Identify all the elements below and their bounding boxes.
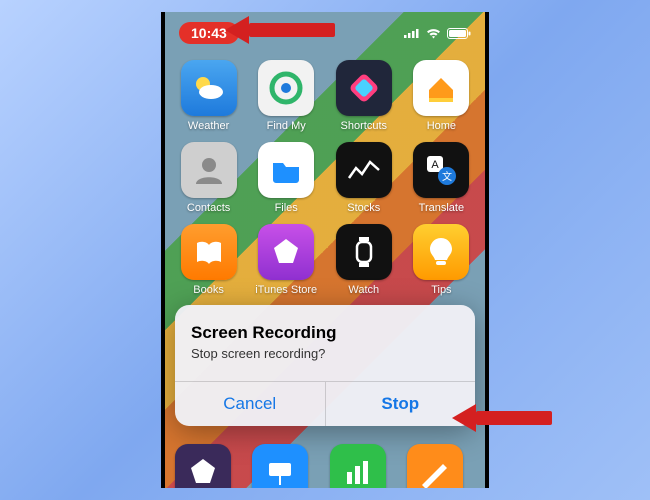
imovie-icon[interactable] <box>175 444 231 488</box>
app-tips[interactable]: Tips <box>407 224 475 296</box>
annotation-arrow-bottom <box>452 404 552 432</box>
app-stocks[interactable]: Stocks <box>330 142 398 214</box>
dock <box>165 444 485 488</box>
dialog-title: Screen Recording <box>191 323 459 343</box>
app-watch[interactable]: Watch <box>330 224 398 296</box>
svg-text:A: A <box>432 159 440 171</box>
app-shortcuts[interactable]: Shortcuts <box>330 60 398 132</box>
stocks-icon <box>336 142 392 198</box>
tips-icon <box>413 224 469 280</box>
translate-icon: A文 <box>413 142 469 198</box>
app-translate[interactable]: A文 Translate <box>407 142 475 214</box>
app-weather[interactable]: Weather <box>175 60 243 132</box>
annotation-canvas: 10:43 WeatherFind MyShortcutsHomeContact… <box>0 0 650 500</box>
annotation-arrow-top <box>225 16 335 44</box>
app-label: Books <box>193 284 224 296</box>
app-books[interactable]: Books <box>175 224 243 296</box>
home-screen-apps: Weather Find My Shortcuts Home Contacts Files… <box>165 60 485 296</box>
cancel-button[interactable]: Cancel <box>175 382 325 426</box>
svg-text:文: 文 <box>442 170 452 183</box>
pages-icon[interactable] <box>407 444 463 488</box>
keynote-icon[interactable] <box>252 444 308 488</box>
app-label: Tips <box>431 284 451 296</box>
books-icon <box>181 224 237 280</box>
numbers-icon[interactable] <box>330 444 386 488</box>
app-files[interactable]: Files <box>252 142 320 214</box>
app-contacts[interactable]: Contacts <box>175 142 243 214</box>
findmy-icon <box>258 60 314 116</box>
contacts-icon <box>181 142 237 198</box>
battery-icon <box>447 28 471 39</box>
watch-icon <box>336 224 392 280</box>
cellular-signal-icon <box>404 28 420 38</box>
wifi-icon <box>426 28 441 39</box>
app-label: Shortcuts <box>341 120 387 132</box>
app-findmy[interactable]: Find My <box>252 60 320 132</box>
app-label: Watch <box>348 284 379 296</box>
home-icon <box>413 60 469 116</box>
app-label: Contacts <box>187 202 230 214</box>
screen-recording-dialog: Screen Recording Stop screen recording? … <box>175 305 475 426</box>
app-label: Stocks <box>347 202 380 214</box>
app-label: Home <box>427 120 456 132</box>
app-itunes[interactable]: iTunes Store <box>252 224 320 296</box>
dialog-message: Stop screen recording? <box>191 346 459 361</box>
itunes-icon <box>258 224 314 280</box>
app-label: Weather <box>188 120 229 132</box>
shortcuts-icon <box>336 60 392 116</box>
app-label: Find My <box>267 120 306 132</box>
app-label: Files <box>275 202 298 214</box>
app-label: iTunes Store <box>255 284 317 296</box>
phone-frame: 10:43 WeatherFind MyShortcutsHomeContact… <box>161 12 489 488</box>
app-home[interactable]: Home <box>407 60 475 132</box>
status-icons <box>404 28 471 39</box>
files-icon <box>258 142 314 198</box>
app-label: Translate <box>419 202 464 214</box>
weather-icon <box>181 60 237 116</box>
